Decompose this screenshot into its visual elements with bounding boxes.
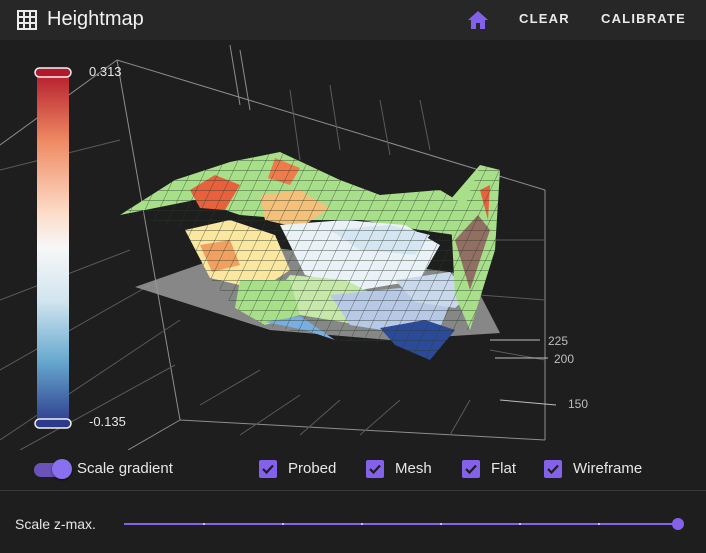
slider-tick — [282, 523, 284, 525]
heightmap-plot[interactable]: 0.313 -0.135 225 200 150 — [0, 40, 706, 450]
page-title: Heightmap — [47, 8, 144, 30]
probed-checkbox[interactable] — [259, 460, 277, 478]
wireframe-checkbox[interactable] — [544, 460, 562, 478]
mesh-label: Mesh — [395, 460, 432, 477]
scale-zmax-slider[interactable] — [124, 515, 684, 535]
divider — [0, 490, 706, 491]
flat-label: Flat — [491, 460, 517, 477]
axis-tick-label: 200 — [554, 352, 575, 366]
slider-tick — [598, 523, 600, 525]
slider-tick — [440, 523, 442, 525]
calibrate-button[interactable]: CALIBRATE — [601, 10, 686, 28]
slider-track — [124, 523, 677, 525]
flat-checkbox[interactable] — [462, 460, 480, 478]
slider-tick — [361, 523, 363, 525]
heightmap-surface — [0, 44, 557, 450]
probed-label: Probed — [288, 460, 337, 477]
axis-tick-label: 225 — [548, 334, 569, 348]
slider-thumb[interactable] — [672, 518, 684, 530]
app-header: Heightmap CLEAR CALIBRATE — [0, 0, 706, 40]
scale-gradient-label: Scale gradient — [77, 460, 173, 477]
slider-tick — [519, 523, 521, 525]
scale-min-label: -0.135 — [89, 414, 126, 429]
mesh-checkbox[interactable] — [366, 460, 384, 478]
scale-zmax-label: Scale z-max. — [15, 516, 96, 532]
axis-tick-label: 150 — [568, 397, 589, 411]
scale-gradient-toggle[interactable] — [32, 459, 72, 479]
home-icon — [468, 11, 488, 29]
wireframe-label: Wireframe — [573, 460, 643, 477]
check-icon — [547, 464, 559, 475]
check-icon — [465, 464, 477, 475]
home-button[interactable] — [465, 7, 491, 33]
slider-tick — [203, 523, 205, 525]
check-icon — [369, 464, 381, 475]
check-icon — [262, 464, 274, 475]
clear-button[interactable]: CLEAR — [519, 10, 570, 28]
display-controls: Scale gradient Probed Mesh Flat Wirefram… — [0, 450, 706, 490]
scale-max-label: 0.313 — [89, 64, 122, 79]
grid-icon — [16, 9, 38, 31]
